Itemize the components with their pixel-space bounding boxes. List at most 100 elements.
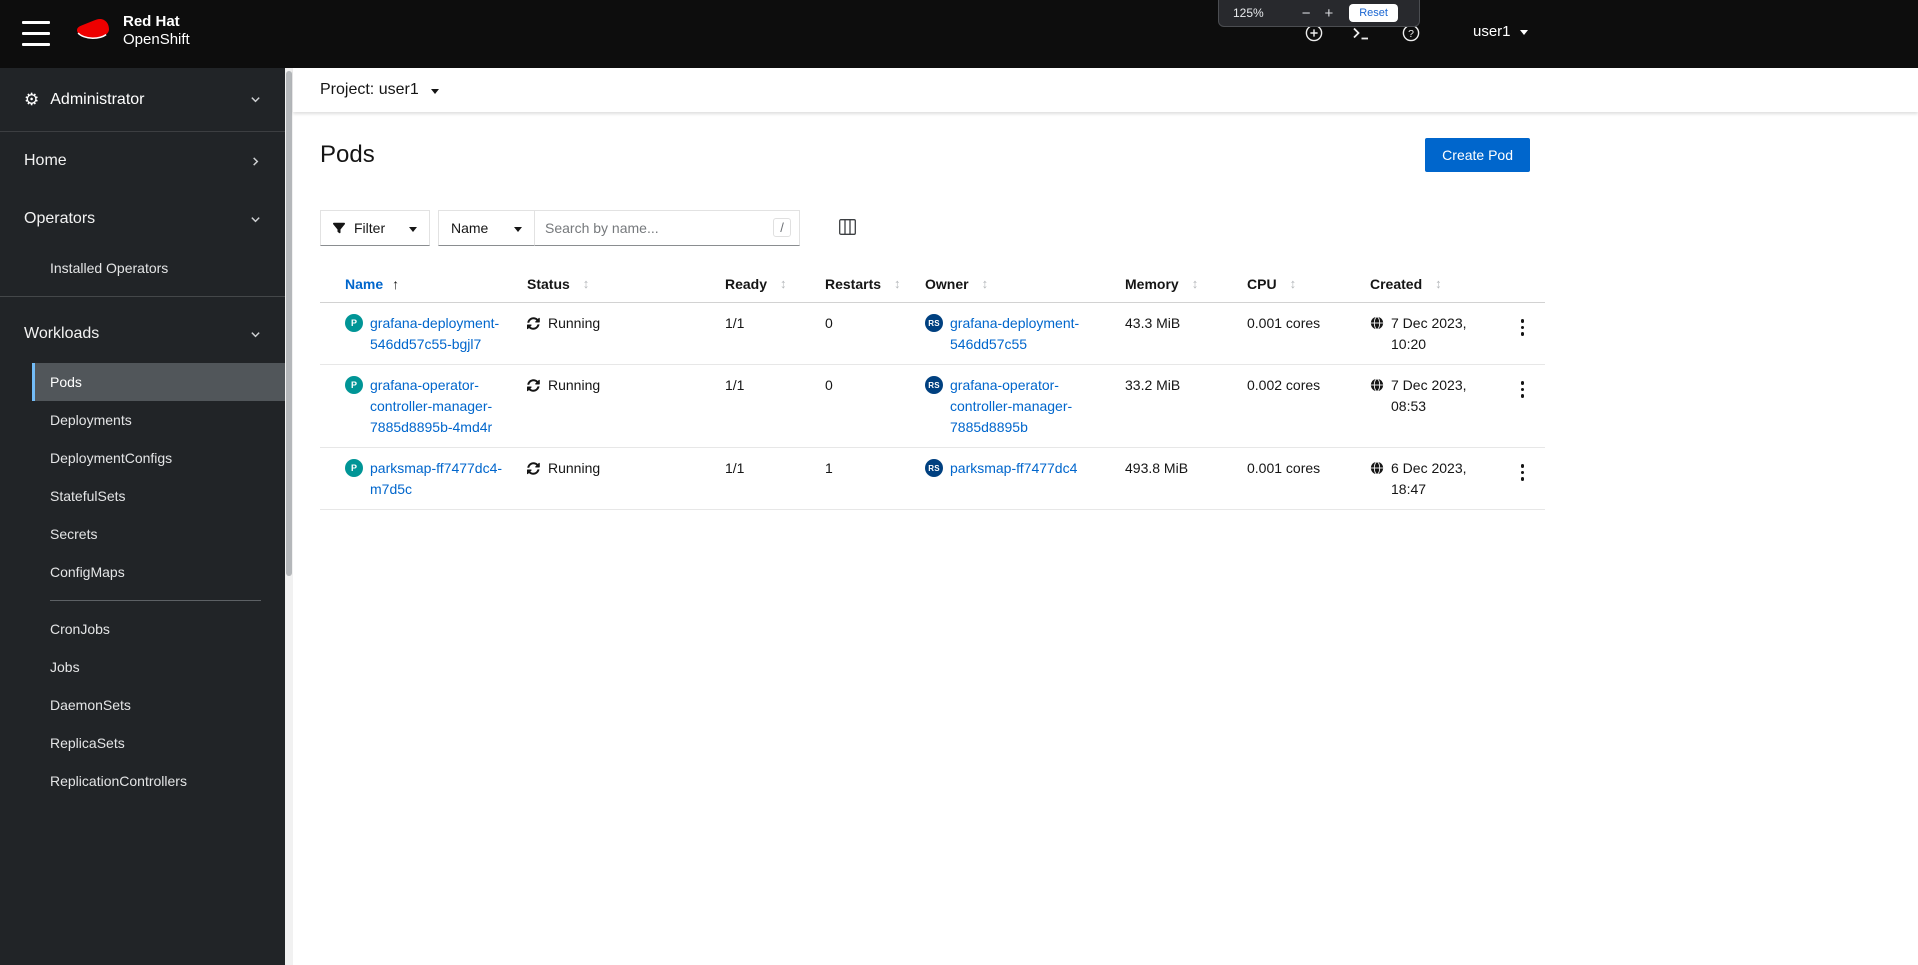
gear-icon: ⚙ bbox=[24, 89, 40, 109]
sidebar-section-workloads[interactable]: Workloads bbox=[0, 305, 285, 363]
perspective-label: Administrator bbox=[50, 90, 145, 108]
chevron-right-icon bbox=[253, 156, 259, 166]
user-menu[interactable]: user1 bbox=[1473, 23, 1528, 40]
kebab-menu-button[interactable] bbox=[1514, 376, 1532, 403]
caret-down-icon bbox=[1519, 30, 1528, 35]
sidebar-item-secrets[interactable]: Secrets bbox=[0, 515, 285, 553]
brand-line2: OpenShift bbox=[123, 31, 190, 48]
sidebar-item-pods[interactable]: Pods bbox=[32, 363, 285, 401]
sidebar-separator bbox=[0, 296, 285, 297]
chevron-down-icon bbox=[251, 97, 260, 103]
user-menu-label: user1 bbox=[1473, 23, 1511, 40]
column-header-status[interactable]: Status ↕ bbox=[527, 276, 725, 292]
create-pod-button[interactable]: Create Pod bbox=[1425, 138, 1530, 172]
terminal-icon bbox=[1353, 27, 1368, 40]
pod-name-link[interactable]: parksmap-ff7477dc4-m7d5c bbox=[370, 458, 512, 500]
sidebar-item-installed-operators[interactable]: Installed Operators bbox=[0, 248, 285, 288]
sidebar-section-operators[interactable]: Operators bbox=[0, 190, 285, 248]
pod-status: Running bbox=[548, 315, 601, 331]
pod-name-link[interactable]: grafana-operator-controller-manager-7885… bbox=[370, 375, 512, 438]
sidebar-item-statefulsets[interactable]: StatefulSets bbox=[0, 477, 285, 515]
globe-icon bbox=[1370, 378, 1384, 392]
pods-table: Name ↑ Status ↕ Ready ↕ Restarts ↕ Owner… bbox=[320, 265, 1545, 510]
pod-restarts: 1 bbox=[825, 460, 833, 476]
pod-cpu: 0.001 cores bbox=[1247, 460, 1321, 476]
column-header-memory[interactable]: Memory ↕ bbox=[1125, 276, 1247, 292]
redhat-openshift-logo[interactable]: Red Hat OpenShift bbox=[75, 13, 190, 49]
column-header-cpu[interactable]: CPU ↕ bbox=[1247, 276, 1370, 292]
column-header-created[interactable]: Created ↕ bbox=[1370, 276, 1500, 292]
sidebar-nav: ⚙ Administrator Home Operators Installed… bbox=[0, 68, 285, 965]
sidebar-item-configmaps[interactable]: ConfigMaps bbox=[0, 553, 285, 591]
zoom-in-button[interactable]: + bbox=[1320, 6, 1337, 21]
pod-name-link[interactable]: grafana-deployment-546dd57c55-bgjl7 bbox=[370, 313, 512, 355]
column-header-restarts[interactable]: Restarts ↕ bbox=[825, 276, 925, 292]
replicaset-badge: RS bbox=[925, 376, 943, 394]
perspective-switcher[interactable]: ⚙ Administrator bbox=[0, 68, 285, 132]
sync-icon bbox=[527, 379, 540, 392]
zoom-out-button[interactable]: − bbox=[1298, 6, 1315, 21]
project-selector[interactable]: Project: user1 bbox=[293, 68, 1918, 112]
svg-text:?: ? bbox=[1408, 28, 1414, 40]
sortable-icon: ↕ bbox=[981, 276, 989, 291]
pod-memory: 33.2 MiB bbox=[1125, 377, 1181, 393]
replicaset-badge: RS bbox=[925, 314, 943, 332]
caret-down-icon bbox=[430, 88, 439, 94]
sync-icon bbox=[527, 462, 540, 475]
redhat-hat-icon bbox=[77, 18, 109, 39]
quick-create-button[interactable] bbox=[1305, 24, 1323, 45]
search-input[interactable] bbox=[535, 210, 800, 246]
pod-cpu: 0.002 cores bbox=[1247, 377, 1321, 393]
sort-ascending-icon: ↑ bbox=[392, 275, 400, 292]
pod-ready: 1/1 bbox=[725, 377, 745, 393]
owner-link[interactable]: grafana-deployment-546dd57c55 bbox=[950, 313, 1092, 355]
list-toolbar: Filter Name / bbox=[320, 210, 1918, 246]
owner-link[interactable]: grafana-operator-controller-manager-7885… bbox=[950, 375, 1092, 438]
sidebar-item-jobs[interactable]: Jobs bbox=[0, 648, 285, 686]
pod-status: Running bbox=[548, 460, 601, 476]
help-button[interactable]: ? bbox=[1402, 24, 1420, 45]
nav-menu-toggle-button[interactable] bbox=[22, 21, 50, 46]
search-attribute-dropdown[interactable]: Name bbox=[438, 210, 535, 246]
pod-created: 6 Dec 2023, 18:47 bbox=[1391, 460, 1467, 497]
openshift-console: Red Hat OpenShift 125% − + Reset ? user1… bbox=[0, 0, 1918, 965]
masthead: Red Hat OpenShift 125% − + Reset ? user1 bbox=[0, 0, 1918, 68]
column-header-ready[interactable]: Ready ↕ bbox=[725, 276, 825, 292]
column-header-owner[interactable]: Owner ↕ bbox=[925, 276, 1125, 292]
sidebar-item-deployments[interactable]: Deployments bbox=[0, 401, 285, 439]
column-management-button[interactable] bbox=[836, 216, 859, 241]
sidebar-scrollbar[interactable] bbox=[285, 68, 293, 965]
sidebar-section-home[interactable]: Home bbox=[0, 132, 285, 190]
pod-badge: P bbox=[345, 459, 363, 477]
project-selector-label: Project: user1 bbox=[320, 81, 419, 98]
owner-link[interactable]: parksmap-ff7477dc4 bbox=[950, 458, 1077, 479]
web-terminal-button[interactable] bbox=[1352, 26, 1371, 44]
caret-down-icon bbox=[514, 226, 522, 232]
caret-down-icon bbox=[409, 226, 417, 232]
kebab-menu-button[interactable] bbox=[1514, 459, 1532, 486]
table-row: P grafana-deployment-546dd57c55-bgjl7 Ru… bbox=[320, 303, 1545, 365]
column-header-name[interactable]: Name ↑ bbox=[345, 276, 527, 292]
sidebar-item-cronjobs[interactable]: CronJobs bbox=[0, 610, 285, 648]
sidebar-item-replicasets[interactable]: ReplicaSets bbox=[0, 724, 285, 762]
sync-icon bbox=[527, 317, 540, 330]
replicaset-badge: RS bbox=[925, 459, 943, 477]
filter-dropdown[interactable]: Filter bbox=[320, 210, 430, 246]
sortable-icon: ↕ bbox=[780, 276, 787, 291]
pod-memory: 43.3 MiB bbox=[1125, 315, 1181, 331]
table-row: P parksmap-ff7477dc4-m7d5c Running 1/1 1… bbox=[320, 448, 1545, 510]
brand-line1: Red Hat bbox=[123, 13, 180, 30]
sidebar-divider bbox=[50, 600, 261, 601]
sidebar-scrollbar-thumb[interactable] bbox=[286, 71, 292, 576]
zoom-level: 125% bbox=[1233, 6, 1264, 20]
table-row: P grafana-operator-controller-manager-78… bbox=[320, 365, 1545, 448]
zoom-reset-button[interactable]: Reset bbox=[1349, 4, 1398, 22]
pod-ready: 1/1 bbox=[725, 315, 745, 331]
sidebar-item-daemonsets[interactable]: DaemonSets bbox=[0, 686, 285, 724]
filter-icon bbox=[333, 222, 345, 234]
sidebar-item-deploymentconfigs[interactable]: DeploymentConfigs bbox=[0, 439, 285, 477]
kebab-menu-button[interactable] bbox=[1514, 314, 1532, 341]
sidebar-item-replicationcontrollers[interactable]: ReplicationControllers bbox=[0, 762, 285, 800]
pod-restarts: 0 bbox=[825, 377, 833, 393]
globe-icon bbox=[1370, 461, 1384, 475]
